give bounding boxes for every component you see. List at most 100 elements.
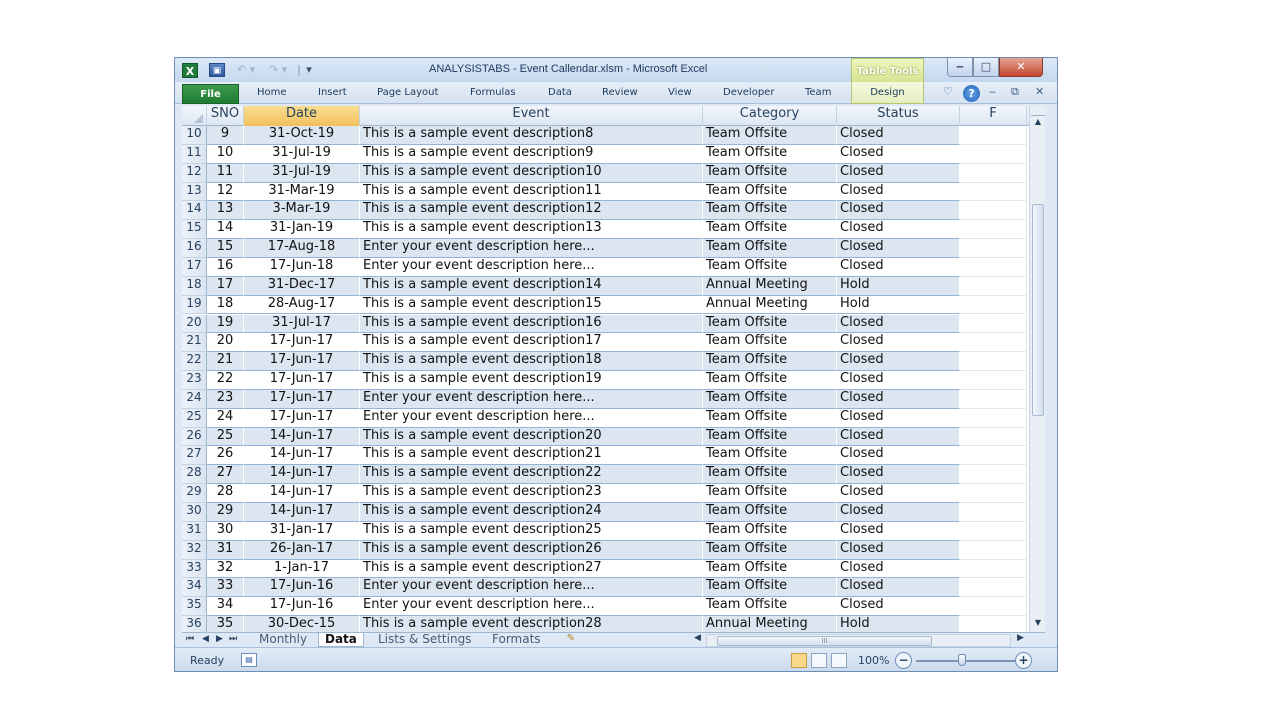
row-number[interactable]: 36 — [182, 616, 207, 632]
cell-category[interactable]: Team Offsite — [703, 182, 837, 202]
workbook-close-icon[interactable]: ✕ — [1035, 85, 1044, 98]
cell-category[interactable]: Team Offsite — [703, 239, 837, 258]
cell-f[interactable] — [960, 182, 1027, 202]
last-sheet-icon[interactable]: ⏭ — [229, 634, 237, 644]
tab-insert[interactable]: Insert — [318, 87, 347, 98]
help-icon[interactable]: ? — [963, 85, 980, 102]
cell-category[interactable]: Team Offsite — [703, 126, 837, 145]
cell-sno[interactable]: 30 — [207, 521, 244, 541]
minimize-button[interactable]: ‒ — [947, 58, 973, 77]
cell-category[interactable]: Team Offsite — [703, 465, 837, 485]
cell-event[interactable]: This is a sample event description18 — [360, 352, 703, 372]
row-number[interactable]: 11 — [182, 144, 207, 164]
tab-data[interactable]: Data — [548, 87, 572, 98]
cell-category[interactable]: Team Offsite — [703, 427, 837, 447]
close-button[interactable]: ✕ — [999, 58, 1043, 77]
zoom-in-button[interactable]: + — [1015, 652, 1032, 669]
cell-f[interactable] — [960, 239, 1027, 258]
cell-status[interactable]: Closed — [837, 126, 960, 145]
zoom-out-button[interactable]: − — [895, 652, 912, 669]
cell-sno[interactable]: 34 — [207, 597, 244, 617]
cell-f[interactable] — [960, 257, 1027, 277]
cell-status[interactable]: Closed — [837, 408, 960, 428]
row-number[interactable]: 32 — [182, 540, 207, 560]
row-number[interactable]: 13 — [182, 182, 207, 202]
cell-f[interactable] — [960, 144, 1027, 164]
prev-sheet-icon[interactable]: ◀ — [202, 634, 209, 644]
cell-category[interactable]: Team Offsite — [703, 144, 837, 164]
cell-event[interactable]: This is a sample event description21 — [360, 446, 703, 466]
cell-f[interactable] — [960, 484, 1027, 503]
cell-status[interactable]: Closed — [837, 163, 960, 183]
cell-event[interactable]: This is a sample event description15 — [360, 295, 703, 315]
select-all-corner[interactable] — [182, 106, 207, 126]
sheet-tab-data[interactable]: Data — [318, 633, 364, 647]
cell-event[interactable]: Enter your event description here... — [360, 389, 703, 409]
tab-team[interactable]: Team — [805, 87, 831, 98]
cell-category[interactable]: Team Offsite — [703, 503, 837, 522]
tab-developer[interactable]: Developer — [723, 87, 774, 98]
cell-status[interactable]: Closed — [837, 239, 960, 258]
cell-event[interactable]: This is a sample event description20 — [360, 427, 703, 447]
cell-category[interactable]: Team Offsite — [703, 559, 837, 579]
cell-sno[interactable]: 11 — [207, 163, 244, 183]
cell-event[interactable]: Enter your event description here... — [360, 257, 703, 277]
row-number[interactable]: 19 — [182, 295, 207, 315]
insert-sheet-icon[interactable]: ✎ — [562, 633, 580, 646]
row-number[interactable]: 25 — [182, 408, 207, 428]
scroll-down-icon[interactable]: ▼ — [1031, 618, 1045, 630]
cell-status[interactable]: Closed — [837, 578, 960, 598]
cell-date[interactable]: 31-Jul-19 — [244, 144, 360, 164]
cell-status[interactable]: Closed — [837, 484, 960, 503]
row-number[interactable]: 16 — [182, 239, 207, 258]
row-number[interactable]: 15 — [182, 220, 207, 240]
cell-f[interactable] — [960, 389, 1027, 409]
spreadsheet-grid[interactable]: SNO Date Event Category Status F 10 9 31-O… — [182, 106, 1029, 632]
redo-icon[interactable]: ↷ ▾ — [265, 63, 291, 77]
cell-event[interactable]: This is a sample event description11 — [360, 182, 703, 202]
cell-status[interactable]: Closed — [837, 446, 960, 466]
cell-f[interactable] — [960, 295, 1027, 315]
cell-sno[interactable]: 13 — [207, 201, 244, 221]
sheet-tab-monthly[interactable]: Monthly — [253, 633, 313, 647]
cell-f[interactable] — [960, 578, 1027, 598]
cell-event[interactable]: This is a sample event description24 — [360, 503, 703, 522]
row-number[interactable]: 21 — [182, 333, 207, 353]
vertical-scroll-thumb[interactable] — [1032, 204, 1044, 416]
cell-sno[interactable]: 35 — [207, 616, 244, 632]
cell-status[interactable]: Closed — [837, 597, 960, 617]
cell-status[interactable]: Closed — [837, 521, 960, 541]
cell-sno[interactable]: 22 — [207, 371, 244, 390]
cell-date[interactable]: 14-Jun-17 — [244, 484, 360, 503]
cell-status[interactable]: Hold — [837, 276, 960, 296]
cell-sno[interactable]: 17 — [207, 276, 244, 296]
cell-category[interactable]: Team Offsite — [703, 163, 837, 183]
page-break-view-icon[interactable] — [831, 653, 847, 668]
cell-status[interactable]: Closed — [837, 465, 960, 485]
cell-date[interactable]: 14-Jun-17 — [244, 427, 360, 447]
cell-sno[interactable]: 18 — [207, 295, 244, 315]
cell-sno[interactable]: 14 — [207, 220, 244, 240]
cell-event[interactable]: This is a sample event description8 — [360, 126, 703, 145]
cell-f[interactable] — [960, 276, 1027, 296]
column-header-category[interactable]: Category — [703, 106, 837, 126]
cell-status[interactable]: Closed — [837, 427, 960, 447]
cell-sno[interactable]: 28 — [207, 484, 244, 503]
cell-sno[interactable]: 15 — [207, 239, 244, 258]
row-number[interactable]: 14 — [182, 201, 207, 221]
column-header-date[interactable]: Date — [244, 106, 360, 126]
sheet-tab-formats[interactable]: Formats — [486, 633, 547, 647]
zoom-level[interactable]: 100% — [858, 654, 889, 667]
cell-date[interactable]: 3-Mar-19 — [244, 201, 360, 221]
cell-status[interactable]: Closed — [837, 389, 960, 409]
cell-date[interactable]: 1-Jan-17 — [244, 559, 360, 579]
scroll-left-icon[interactable]: ◀ — [694, 633, 701, 643]
cell-sno[interactable]: 20 — [207, 333, 244, 353]
cell-sno[interactable]: 29 — [207, 503, 244, 522]
row-number[interactable]: 18 — [182, 276, 207, 296]
scroll-up-icon[interactable]: ▲ — [1031, 117, 1045, 129]
page-layout-view-icon[interactable] — [811, 653, 827, 668]
column-header-f[interactable]: F — [960, 106, 1027, 126]
cell-status[interactable]: Closed — [837, 257, 960, 277]
cell-sno[interactable]: 32 — [207, 559, 244, 579]
